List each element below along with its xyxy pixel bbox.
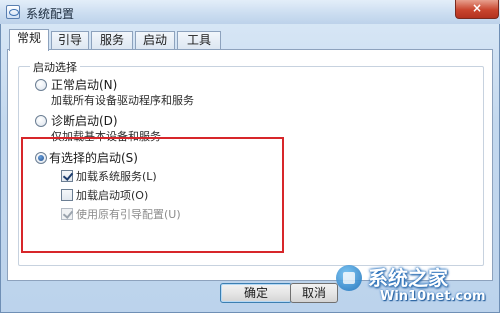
ok-button[interactable]: 确定 — [220, 283, 292, 303]
tab-startup[interactable]: 启动 — [135, 31, 175, 50]
cancel-button[interactable]: 取消 — [290, 283, 338, 303]
tab-tools[interactable]: 工具 — [177, 31, 221, 50]
tab-boot[interactable]: 引导 — [51, 31, 89, 50]
normal-startup-label[interactable]: 正常启动(N) — [51, 76, 117, 93]
watermark-logo-icon — [336, 265, 362, 291]
diagnostic-startup-label[interactable]: 诊断启动(D) — [51, 112, 118, 129]
group-label: 启动选择 — [30, 59, 80, 75]
tab-general[interactable]: 常规 — [9, 29, 49, 51]
highlight-box — [21, 137, 284, 253]
system-config-icon — [6, 5, 20, 19]
window-title: 系统配置 — [26, 7, 75, 21]
normal-startup-description: 加载所有设备驱动程序和服务 — [51, 94, 194, 107]
title-bar[interactable] — [0, 0, 500, 24]
tab-services[interactable]: 服务 — [91, 31, 133, 50]
watermark-title: 系统之家 — [368, 266, 448, 290]
diagnostic-startup-radio[interactable] — [35, 115, 47, 127]
normal-startup-radio[interactable] — [35, 79, 47, 91]
watermark-url: Win10net.com — [380, 289, 486, 304]
close-button[interactable]: × — [455, 0, 499, 19]
